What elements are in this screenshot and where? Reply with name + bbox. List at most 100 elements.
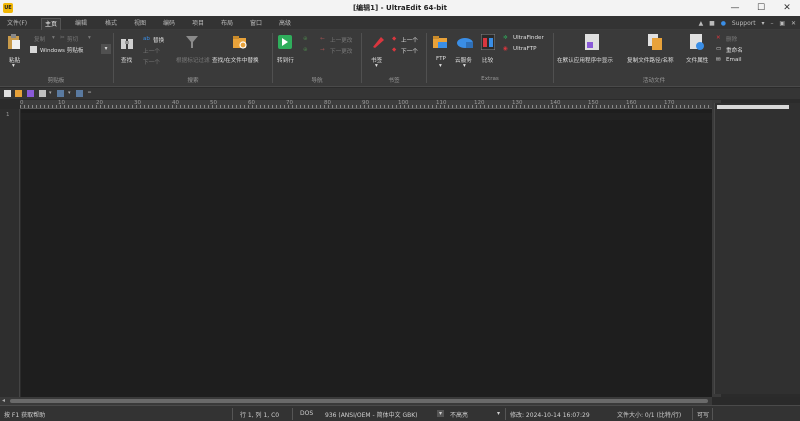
bookmark-prev-button[interactable]: 上一个	[401, 36, 418, 44]
show-in-app-icon[interactable]	[585, 34, 599, 50]
status-writable[interactable]: 可写	[697, 410, 709, 419]
status-filesize: 文件大小: 0/1 (比特/行)	[617, 412, 682, 419]
support-menu[interactable]: Support	[732, 20, 756, 27]
find-button[interactable]: 查找	[121, 56, 132, 64]
side-panel[interactable]	[714, 103, 800, 394]
ruler-label: 70	[286, 100, 293, 106]
status-encoding[interactable]: 936 (ANSI/OEM - 简体中文 GBK)	[325, 410, 418, 419]
filter-icon[interactable]	[185, 35, 199, 49]
minimize-button[interactable]: —	[722, 0, 748, 16]
clipboard-select[interactable]: Windows 剪贴板	[40, 46, 84, 54]
status-highlight[interactable]: 不高亮	[450, 410, 468, 419]
ribbon-restore-icon[interactable]: ▣	[779, 20, 785, 27]
status-line-ending[interactable]: DOS	[300, 410, 313, 417]
tab-advanced[interactable]: 高级	[276, 18, 294, 30]
ftp-icon[interactable]	[432, 35, 448, 49]
compare-button[interactable]: 比较	[482, 56, 493, 64]
tab-project[interactable]: 项目	[189, 18, 207, 30]
support-dropdown-icon[interactable]: ▾	[762, 20, 765, 27]
undo-icon[interactable]	[57, 90, 64, 97]
collapse-ribbon-icon[interactable]: ▲	[699, 20, 704, 27]
layout-icon[interactable]: ■	[709, 20, 715, 27]
scroll-left-icon[interactable]: ◂	[2, 397, 5, 404]
redo-icon[interactable]	[76, 90, 83, 97]
nav-plus-icon: ⊕	[303, 47, 308, 53]
copy-dropdown-icon[interactable]: ▾	[52, 35, 55, 41]
print-icon[interactable]	[39, 90, 46, 97]
cut-dropdown-icon[interactable]: ▾	[88, 35, 91, 41]
find-in-files-button[interactable]: 查找/在文件中替换	[212, 56, 259, 64]
copy-path-button[interactable]: 复制文件路径/名称	[627, 56, 674, 64]
clipboard-dropdown-icon[interactable]: ▾	[101, 44, 111, 54]
filter-button[interactable]: 根据标记过滤	[176, 56, 210, 64]
next-change-button[interactable]: 下一更改	[330, 47, 352, 55]
ultrafinder-button[interactable]: UltraFinder	[513, 35, 544, 41]
new-file-icon[interactable]	[4, 90, 11, 97]
find-in-files-icon[interactable]	[232, 34, 248, 50]
horizontal-scrollbar-thumb[interactable]	[10, 399, 708, 403]
bookmark-next-button[interactable]: 下一个	[401, 47, 418, 55]
highlight-dropdown-icon[interactable]: ▾	[497, 410, 500, 417]
print-dropdown-icon[interactable]: ▾	[49, 90, 53, 97]
undo-dropdown-icon[interactable]: ▾	[68, 90, 72, 97]
bookmark-icon[interactable]	[371, 35, 385, 49]
close-button[interactable]: ✕	[774, 0, 800, 16]
prev-change-button[interactable]: 上一更改	[330, 36, 352, 44]
customize-toolbar-icon[interactable]: ═	[88, 90, 94, 97]
compare-icon[interactable]	[481, 34, 495, 50]
find-prev-button[interactable]: 上一个	[143, 47, 160, 55]
cut-icon[interactable]: ✂	[60, 35, 65, 41]
help-icon[interactable]: ●	[721, 20, 726, 27]
email-button[interactable]: Email	[726, 57, 742, 63]
nav-plus-icon: ⊕	[303, 36, 308, 42]
ruler-label: 50	[210, 100, 217, 106]
ultraftp-button[interactable]: UltraFTP	[513, 46, 536, 52]
horizontal-scrollbar[interactable]: ◂	[0, 397, 712, 405]
tab-format[interactable]: 格式	[102, 18, 120, 30]
goto-line-icon[interactable]	[278, 35, 292, 49]
copy-button[interactable]: 复制	[34, 35, 45, 43]
show-in-default-app-button[interactable]: 在默认应用程序中显示	[557, 56, 613, 64]
copy-path-icon[interactable]	[648, 34, 662, 50]
line-number: 1	[6, 112, 10, 118]
binoculars-icon[interactable]	[120, 36, 134, 50]
ruler-label: 110	[436, 100, 447, 106]
tab-view[interactable]: 视图	[131, 18, 149, 30]
ribbon: 粘贴 ▾ 复制 ▾ ✂ 剪切 ▾ Windows 剪贴板 ▾ 剪贴板 查找 ab…	[0, 30, 800, 87]
ftp-button[interactable]: FTP	[436, 56, 446, 62]
ribbon-close-icon[interactable]: ✕	[791, 20, 796, 27]
ruler-label: 100	[398, 100, 409, 106]
delete-button[interactable]: 删除	[726, 35, 737, 43]
ribbon-minimize-icon[interactable]: –	[770, 20, 773, 27]
ruler-label: 10	[58, 100, 65, 106]
status-separator	[232, 408, 233, 420]
cut-button[interactable]: 剪切	[67, 35, 78, 43]
paste-dropdown-icon[interactable]: ▾	[12, 63, 15, 69]
ftp-dropdown-icon[interactable]: ▾	[439, 63, 442, 69]
tab-window[interactable]: 窗口	[247, 18, 265, 30]
tab-layout[interactable]: 布局	[218, 18, 236, 30]
tab-file[interactable]: 文件(F)	[4, 18, 30, 30]
tab-home[interactable]: 主页	[41, 18, 62, 30]
file-properties-icon[interactable]	[690, 34, 704, 50]
encoding-dropdown-icon[interactable]: ▾	[437, 410, 445, 417]
find-next-button[interactable]: 下一个	[143, 58, 160, 66]
paste-icon[interactable]	[7, 34, 21, 50]
clipboard-icon	[30, 46, 37, 53]
cloud-dropdown-icon[interactable]: ▾	[463, 63, 466, 69]
rename-button[interactable]: 重命名	[726, 46, 743, 54]
replace-icon: ab	[143, 36, 150, 42]
tab-edit[interactable]: 编辑	[72, 18, 90, 30]
bookmark-dropdown-icon[interactable]: ▾	[375, 63, 378, 69]
editor-text-area[interactable]	[21, 109, 712, 397]
replace-button[interactable]: 替换	[153, 36, 164, 44]
ruler-label: 160	[626, 100, 637, 106]
status-position[interactable]: 行 1, 列 1, C0	[240, 410, 279, 419]
maximize-button[interactable]: ☐	[748, 0, 774, 16]
file-properties-button[interactable]: 文件属性	[686, 56, 708, 64]
cloud-icon[interactable]	[456, 36, 474, 48]
goto-line-button[interactable]: 转到行	[277, 56, 294, 64]
save-icon[interactable]	[27, 90, 34, 97]
tab-encoding[interactable]: 编码	[160, 18, 178, 30]
open-file-icon[interactable]	[15, 90, 22, 97]
